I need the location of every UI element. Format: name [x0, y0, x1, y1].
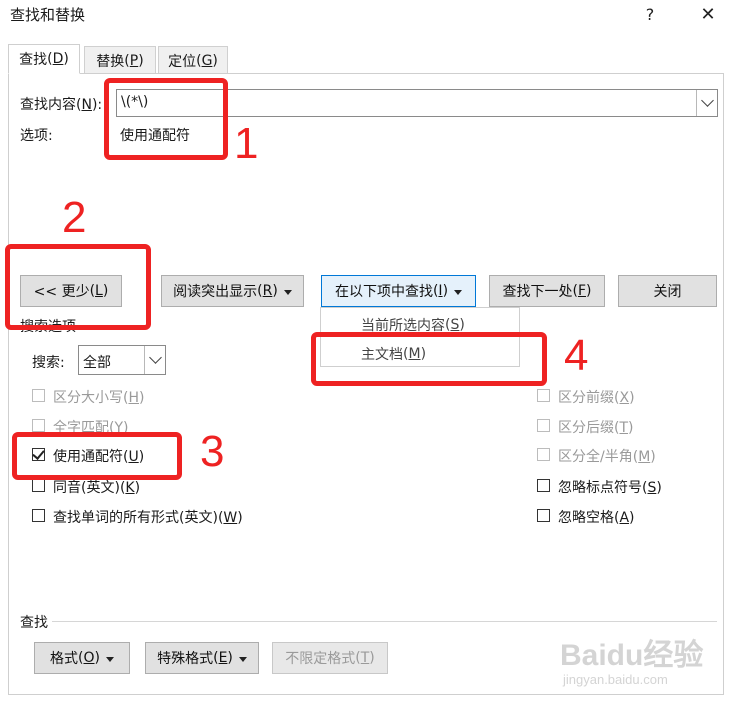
chevron-down-icon [700, 94, 714, 107]
find-next-button[interactable]: 查找下一处(F) [489, 275, 605, 307]
tab-replace[interactable]: 替换(P) [84, 46, 156, 74]
annotation-box-1 [104, 78, 228, 160]
dropdown-caret-icon [105, 656, 114, 662]
close-button[interactable]: 关闭 [618, 275, 717, 307]
close-window-button[interactable]: ✕ [686, 0, 730, 28]
checkbox-box[interactable] [32, 509, 45, 522]
search-direction-select[interactable]: 全部 [78, 345, 166, 375]
help-button[interactable]: ? [628, 0, 672, 28]
find-what-dropdown-button[interactable] [696, 90, 717, 116]
annotation-box-3 [12, 432, 182, 480]
search-direction-dropdown-button[interactable] [144, 346, 165, 374]
tab-find-label: 查找 [19, 52, 48, 68]
tab-goto-hotkey: G [201, 52, 213, 69]
find-section-label: 查找 [20, 615, 48, 631]
checkbox-box[interactable] [537, 479, 550, 492]
special-format-button[interactable]: 特殊格式(E) [145, 642, 259, 674]
dropdown-caret-icon [238, 656, 247, 662]
dropdown-caret-icon [454, 289, 463, 295]
no-formatting-button[interactable]: 不限定格式(T) [272, 642, 388, 674]
checkbox-box[interactable] [537, 448, 550, 461]
dropdown-caret-icon [283, 289, 292, 295]
checkbox-box[interactable] [537, 389, 550, 402]
checkbox-box[interactable] [537, 419, 550, 432]
tab-goto-label: 定位 [168, 53, 197, 70]
chevron-down-icon [148, 351, 162, 364]
watermark-url: jingyan.baidu.com [563, 672, 668, 687]
format-button[interactable]: 格式(O) [34, 642, 130, 674]
reading-highlight-button[interactable]: 阅读突出显示(R) [161, 275, 304, 307]
watermark-brand: Baidu经验 [560, 639, 704, 672]
checkbox-box[interactable] [32, 479, 45, 492]
options-label: 选项: [20, 128, 53, 144]
tab-replace-hotkey: P [129, 52, 139, 69]
tab-goto[interactable]: 定位(G) [158, 46, 228, 74]
search-direction-label: 搜索: [32, 355, 65, 371]
find-section-divider [52, 621, 717, 622]
annotation-number-2: 2 [62, 193, 87, 242]
find-what-label: 查找内容(N): [20, 97, 103, 113]
checkbox-box[interactable] [32, 389, 45, 402]
annotation-number-1: 1 [234, 119, 259, 168]
tab-find-hotkey: D [52, 51, 64, 67]
annotation-number-3: 3 [200, 427, 225, 476]
search-direction-value: 全部 [83, 355, 111, 371]
checkbox-box[interactable] [537, 509, 550, 522]
find-in-button[interactable]: 在以下项中查找(I) [321, 275, 476, 307]
checkbox-box[interactable] [32, 419, 45, 432]
tab-replace-label: 替换 [96, 53, 125, 70]
annotation-box-4 [311, 332, 547, 386]
annotation-number-4: 4 [564, 331, 589, 380]
annotation-box-2 [5, 244, 151, 330]
tab-find[interactable]: 查找(D) [8, 44, 80, 74]
window-title: 查找和替换 [10, 6, 86, 24]
